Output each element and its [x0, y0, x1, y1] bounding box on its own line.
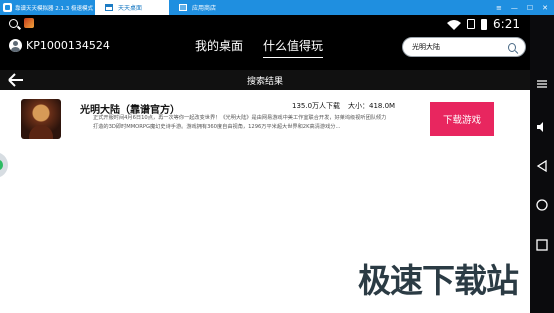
app-title-area: 靠谱天天模拟器 2.1.3 极速模式 [0, 0, 95, 15]
watermark: 极速下载站 [358, 254, 519, 305]
menu-icon[interactable]: ≡ [496, 4, 502, 12]
search-icon[interactable] [9, 19, 18, 28]
back-arrow-icon[interactable] [8, 73, 24, 87]
tab-app-store[interactable]: 应用商店 [169, 0, 226, 15]
download-count: 135.0万人下载 [292, 102, 341, 110]
user-account[interactable]: KP1000134524 [9, 39, 110, 52]
tab-my-desktop[interactable]: 我的桌面 [195, 37, 243, 58]
avatar-icon [9, 39, 22, 52]
tab-app-store-label: 应用商店 [192, 5, 217, 12]
results-title: 搜索结果 [246, 76, 283, 87]
maximize-icon[interactable]: ☐ [527, 4, 533, 12]
game-description: 正式开服时间4月6日10点，再一次等你一起改变世界！《光明大陆》是由网易游戏中美… [93, 115, 387, 130]
user-id: KP1000134524 [26, 39, 110, 52]
sim-icon [467, 19, 476, 29]
home-circle-icon[interactable] [535, 197, 549, 211]
store-icon [179, 4, 187, 11]
title-bar: 靠谱天天模拟器 2.1.3 极速模式 天天桌面 应用商店 ≡ — ☐ ✕ [0, 0, 554, 15]
app-logo-icon [3, 3, 12, 12]
tab-desktop-label: 天天桌面 [118, 5, 143, 12]
app-header: 6:21 KP1000134524 我的桌面 什么值得玩 [0, 15, 530, 70]
emulator-window: 靠谱天天模拟器 2.1.3 极速模式 天天桌面 应用商店 ≡ — ☐ ✕ 6:2… [0, 0, 554, 313]
battery-icon [481, 18, 488, 30]
app-title: 靠谱天天模拟器 2.1.3 极速模式 [15, 5, 93, 12]
recent-apps-icon[interactable] [535, 237, 549, 251]
results-header: 搜索结果 [0, 70, 530, 90]
game-notification-icon [24, 18, 34, 28]
menu-lines-icon[interactable] [535, 76, 549, 90]
floating-assistant-icon[interactable] [0, 152, 8, 178]
search-box [402, 37, 526, 57]
search-submit-icon[interactable] [508, 42, 516, 52]
file-size: 大小：418.0M [348, 102, 396, 110]
clock: 6:21 [493, 17, 520, 31]
wifi-icon [447, 19, 462, 30]
minimize-icon[interactable]: — [511, 4, 518, 12]
results-list: 光明大陆（靠谱官方） 135.0万人下载 大小：418.0M 正式开服时间4月6… [0, 90, 530, 313]
window-controls: ≡ — ☐ ✕ [496, 0, 554, 15]
close-icon[interactable]: ✕ [542, 4, 548, 12]
android-nav-bar [530, 15, 554, 313]
tab-worth-playing[interactable]: 什么值得玩 [263, 37, 324, 58]
game-icon[interactable] [21, 99, 61, 139]
volume-down-icon[interactable] [535, 119, 549, 133]
search-input[interactable] [412, 43, 508, 51]
status-bar: 6:21 [447, 17, 520, 31]
back-triangle-icon[interactable] [535, 158, 549, 173]
home-icon [105, 4, 113, 11]
download-game-button[interactable]: 下载游戏 [430, 102, 494, 136]
main-nav: 我的桌面 什么值得玩 [195, 37, 324, 58]
tab-desktop[interactable]: 天天桌面 [95, 0, 169, 15]
